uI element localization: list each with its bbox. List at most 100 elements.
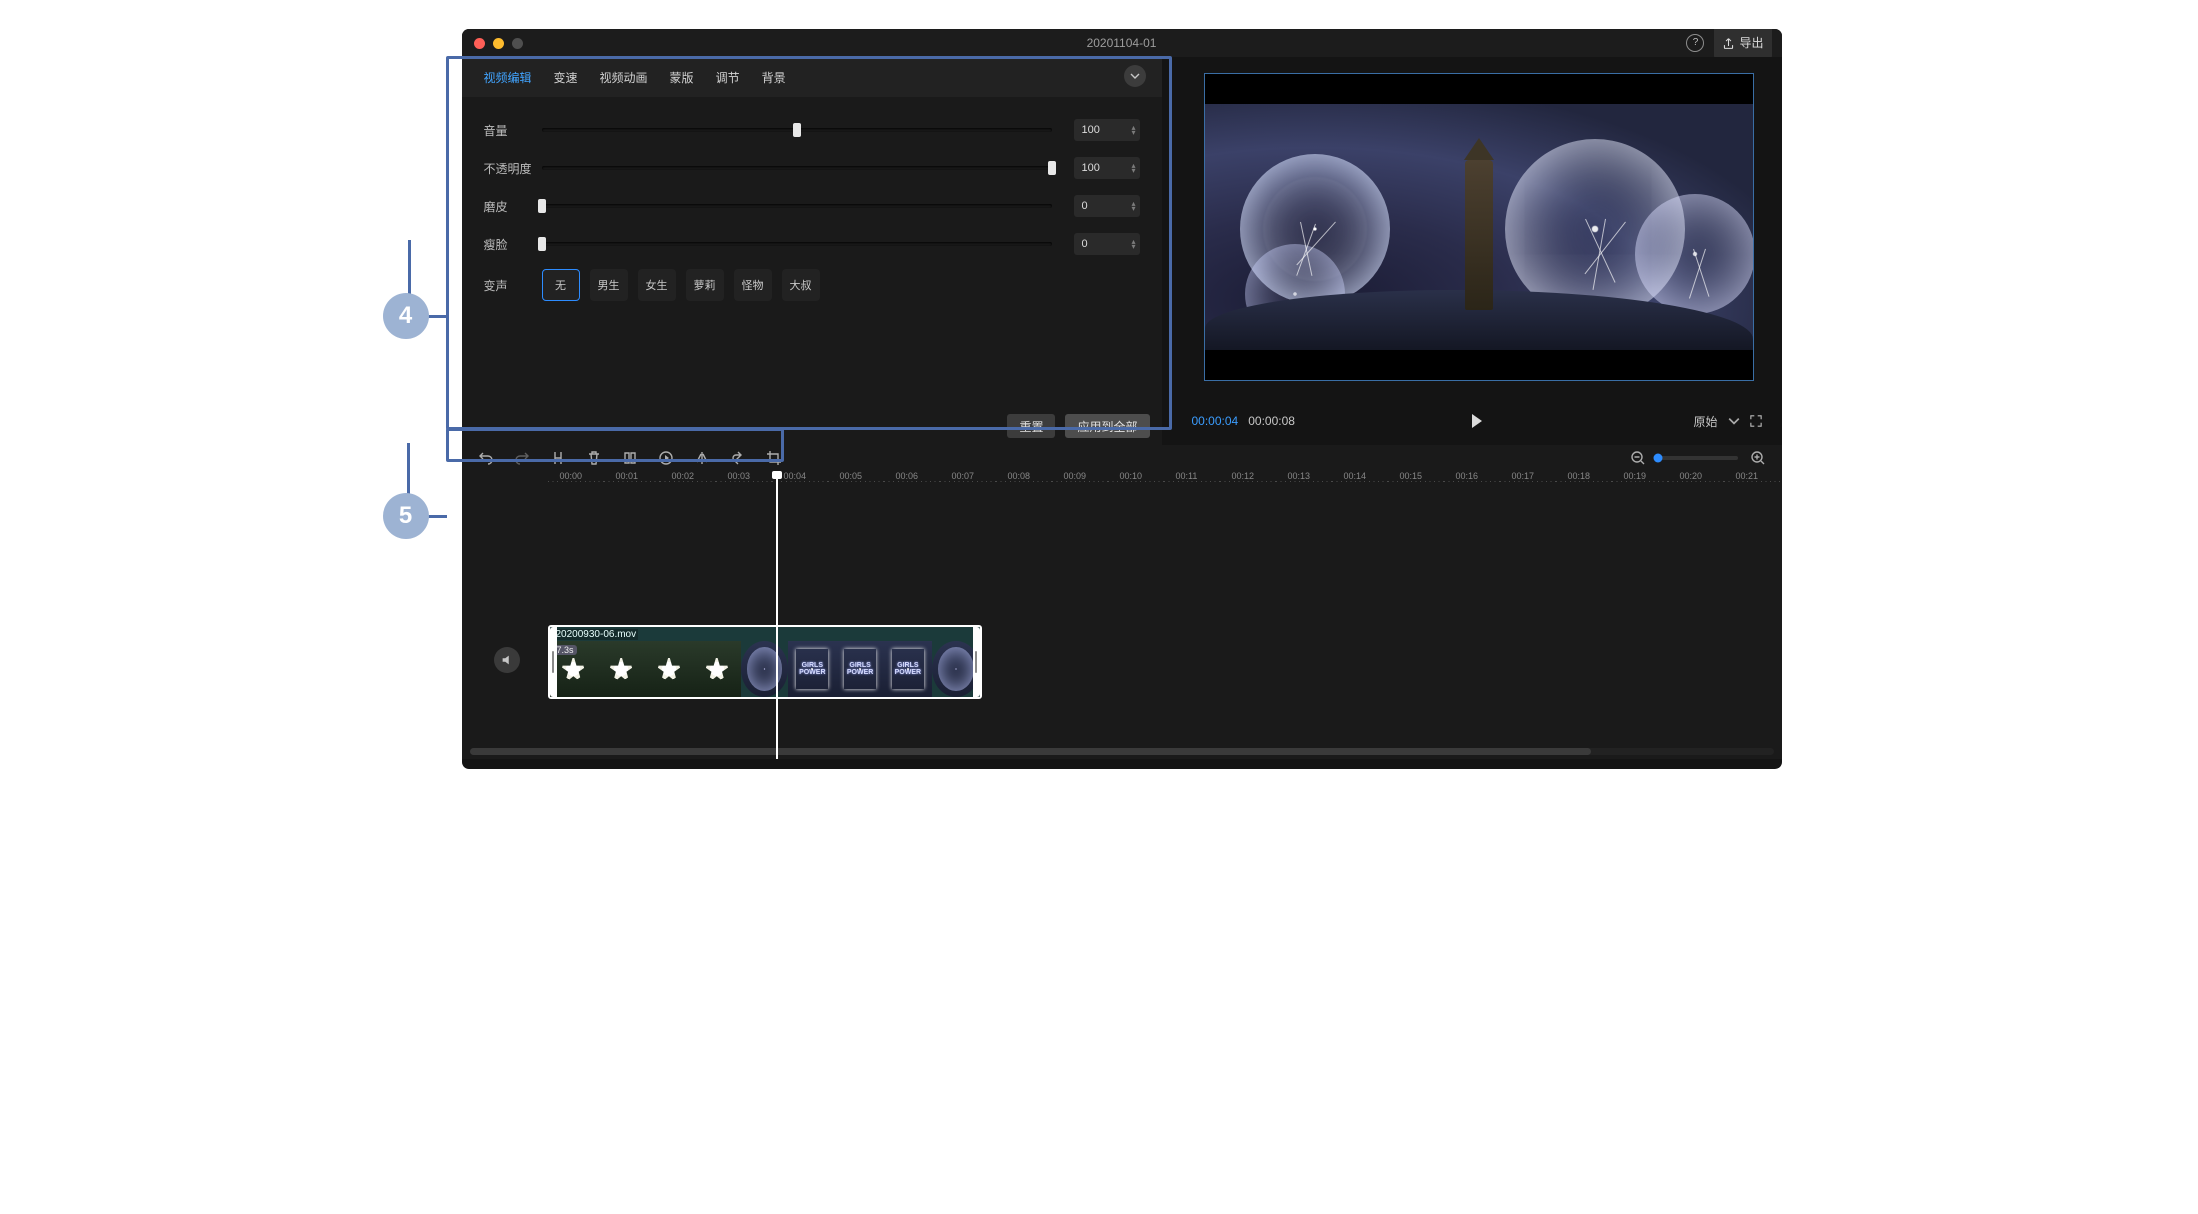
mirror-button[interactable] xyxy=(692,448,712,468)
ruler-tick: 00:13 xyxy=(1276,471,1332,491)
voice-opt-loli[interactable]: 萝莉 xyxy=(686,269,724,301)
zoom-out-button[interactable] xyxy=(1628,448,1648,468)
play-button[interactable] xyxy=(1472,414,1482,428)
value-smooth-skin[interactable]: 0 ▴▾ xyxy=(1074,195,1140,217)
ruler-tick: 00:08 xyxy=(996,471,1052,491)
slider-slim-face[interactable] xyxy=(542,234,1052,254)
stepper-opacity[interactable]: ▴▾ xyxy=(1131,163,1135,173)
ruler-tick: 00:20 xyxy=(1668,471,1724,491)
tab-background[interactable]: 背景 xyxy=(762,69,786,86)
stepper-volume[interactable]: ▴▾ xyxy=(1131,125,1135,135)
tab-mask[interactable]: 蒙版 xyxy=(670,69,694,86)
upper-row: 视频编辑 变速 视频动画 蒙版 调节 背景 音量 xyxy=(462,57,1782,445)
chevron-down-icon[interactable] xyxy=(1728,415,1740,427)
zoom-in-icon xyxy=(1750,450,1766,466)
freeze-icon xyxy=(658,450,674,466)
slider-opacity[interactable] xyxy=(542,158,1052,178)
reset-button[interactable]: 重置 xyxy=(1007,414,1055,438)
tab-video-edit[interactable]: 视频编辑 xyxy=(484,69,532,86)
timeline-area[interactable]: GIRLSPOWER GIRLSPOWER GIRLSPOWER 2020093… xyxy=(462,491,1782,759)
row-volume: 音量 100 ▴▾ xyxy=(484,111,1140,149)
value-opacity[interactable]: 100 ▴▾ xyxy=(1074,157,1140,179)
properties-panel: 视频编辑 变速 视频动画 蒙版 调节 背景 音量 xyxy=(462,57,1162,445)
export-icon xyxy=(1722,37,1735,50)
preview-area: 00:00:04 00:00:08 原始 xyxy=(1172,57,1782,445)
timeline-ruler[interactable]: 00:0000:0100:0200:0300:0400:0500:0600:07… xyxy=(462,471,1782,491)
label-volume: 音量 xyxy=(484,122,542,139)
slider-smooth-skin-thumb[interactable] xyxy=(538,199,546,213)
stepper-slim-face[interactable]: ▴▾ xyxy=(1131,239,1135,249)
ruler-tick: 00:17 xyxy=(1500,471,1556,491)
stepper-smooth-skin[interactable]: ▴▾ xyxy=(1131,201,1135,211)
freeze-frame-button[interactable] xyxy=(656,448,676,468)
preview-timecodes: 00:00:04 00:00:08 xyxy=(1192,414,1295,428)
preview-controls: 00:00:04 00:00:08 原始 xyxy=(1192,397,1762,445)
ruler-tick: 00:01 xyxy=(604,471,660,491)
slider-opacity-thumb[interactable] xyxy=(1048,161,1056,175)
ruler-tick: 00:02 xyxy=(660,471,716,491)
tab-speed[interactable]: 变速 xyxy=(554,69,578,86)
zoom-mode-label[interactable]: 原始 xyxy=(1693,413,1717,430)
slider-volume-thumb[interactable] xyxy=(793,123,801,137)
tab-adjust[interactable]: 调节 xyxy=(716,69,740,86)
clip-thumbnails: GIRLSPOWER GIRLSPOWER GIRLSPOWER xyxy=(550,641,980,697)
voice-options: 无 男生 女生 萝莉 怪物 大叔 xyxy=(542,269,820,301)
zoom-slider[interactable] xyxy=(1658,456,1738,460)
preview-canvas[interactable] xyxy=(1204,73,1754,381)
help-icon[interactable]: ? xyxy=(1686,34,1704,52)
properties-tabs: 视频编辑 变速 视频动画 蒙版 调节 背景 xyxy=(462,57,1162,97)
voice-opt-monster[interactable]: 怪物 xyxy=(734,269,772,301)
clip-trim-left[interactable] xyxy=(550,627,557,697)
track-mute-button[interactable] xyxy=(494,647,520,673)
voice-opt-uncle[interactable]: 大叔 xyxy=(782,269,820,301)
panel-collapse-button[interactable] xyxy=(1124,65,1146,87)
crop-button[interactable] xyxy=(764,448,784,468)
mirror-icon xyxy=(694,450,710,466)
value-volume[interactable]: 100 ▴▾ xyxy=(1074,119,1140,141)
ruler-tick: 00:16 xyxy=(1444,471,1500,491)
playhead[interactable] xyxy=(776,471,778,759)
redo-icon xyxy=(514,450,530,466)
rotate-icon xyxy=(730,450,746,466)
row-slim-face: 瘦脸 0 ▴▾ xyxy=(484,225,1140,263)
timeline-scrollbar-thumb[interactable] xyxy=(470,748,1591,755)
slider-volume[interactable] xyxy=(542,120,1052,140)
voice-opt-none[interactable]: 无 xyxy=(542,269,580,301)
annotation-badge-5: 5 xyxy=(383,493,429,539)
zoom-slider-thumb[interactable] xyxy=(1653,454,1662,463)
video-clip[interactable]: GIRLSPOWER GIRLSPOWER GIRLSPOWER 2020093… xyxy=(548,625,982,699)
apply-all-button[interactable]: 应用到全部 xyxy=(1065,414,1149,438)
label-opacity: 不透明度 xyxy=(484,160,542,177)
row-voice-change: 变声 无 男生 女生 萝莉 怪物 大叔 xyxy=(484,269,1140,301)
value-slim-face[interactable]: 0 ▴▾ xyxy=(1074,233,1140,255)
row-opacity: 不透明度 100 ▴▾ xyxy=(484,149,1140,187)
timeline-toolbar xyxy=(462,445,1782,471)
undo-icon xyxy=(478,450,494,466)
snap-button[interactable] xyxy=(620,448,640,468)
split-icon xyxy=(550,450,566,466)
slider-smooth-skin[interactable] xyxy=(542,196,1052,216)
zoom-in-button[interactable] xyxy=(1748,448,1768,468)
fullscreen-icon[interactable] xyxy=(1750,415,1762,427)
speaker-icon xyxy=(500,653,514,667)
project-title: 20201104-01 xyxy=(462,29,1782,57)
time-total: 00:00:08 xyxy=(1248,414,1295,428)
export-button[interactable]: 导出 xyxy=(1714,29,1771,59)
timeline-scrollbar[interactable] xyxy=(470,748,1774,755)
chevron-down-icon xyxy=(1130,71,1140,81)
voice-opt-female[interactable]: 女生 xyxy=(638,269,676,301)
export-label: 导出 xyxy=(1739,29,1763,57)
preview-frame-art xyxy=(1205,104,1753,350)
tab-video-anim[interactable]: 视频动画 xyxy=(600,69,648,86)
slider-slim-face-thumb[interactable] xyxy=(538,237,546,251)
rotate-button[interactable] xyxy=(728,448,748,468)
split-button[interactable] xyxy=(548,448,568,468)
label-smooth-skin: 磨皮 xyxy=(484,198,542,215)
redo-button[interactable] xyxy=(512,448,532,468)
titlebar: 20201104-01 ? 导出 xyxy=(462,29,1782,57)
delete-button[interactable] xyxy=(584,448,604,468)
clip-trim-right[interactable] xyxy=(973,627,980,697)
properties-footer: 重置 应用到全部 xyxy=(462,407,1162,445)
voice-opt-male[interactable]: 男生 xyxy=(590,269,628,301)
undo-button[interactable] xyxy=(476,448,496,468)
